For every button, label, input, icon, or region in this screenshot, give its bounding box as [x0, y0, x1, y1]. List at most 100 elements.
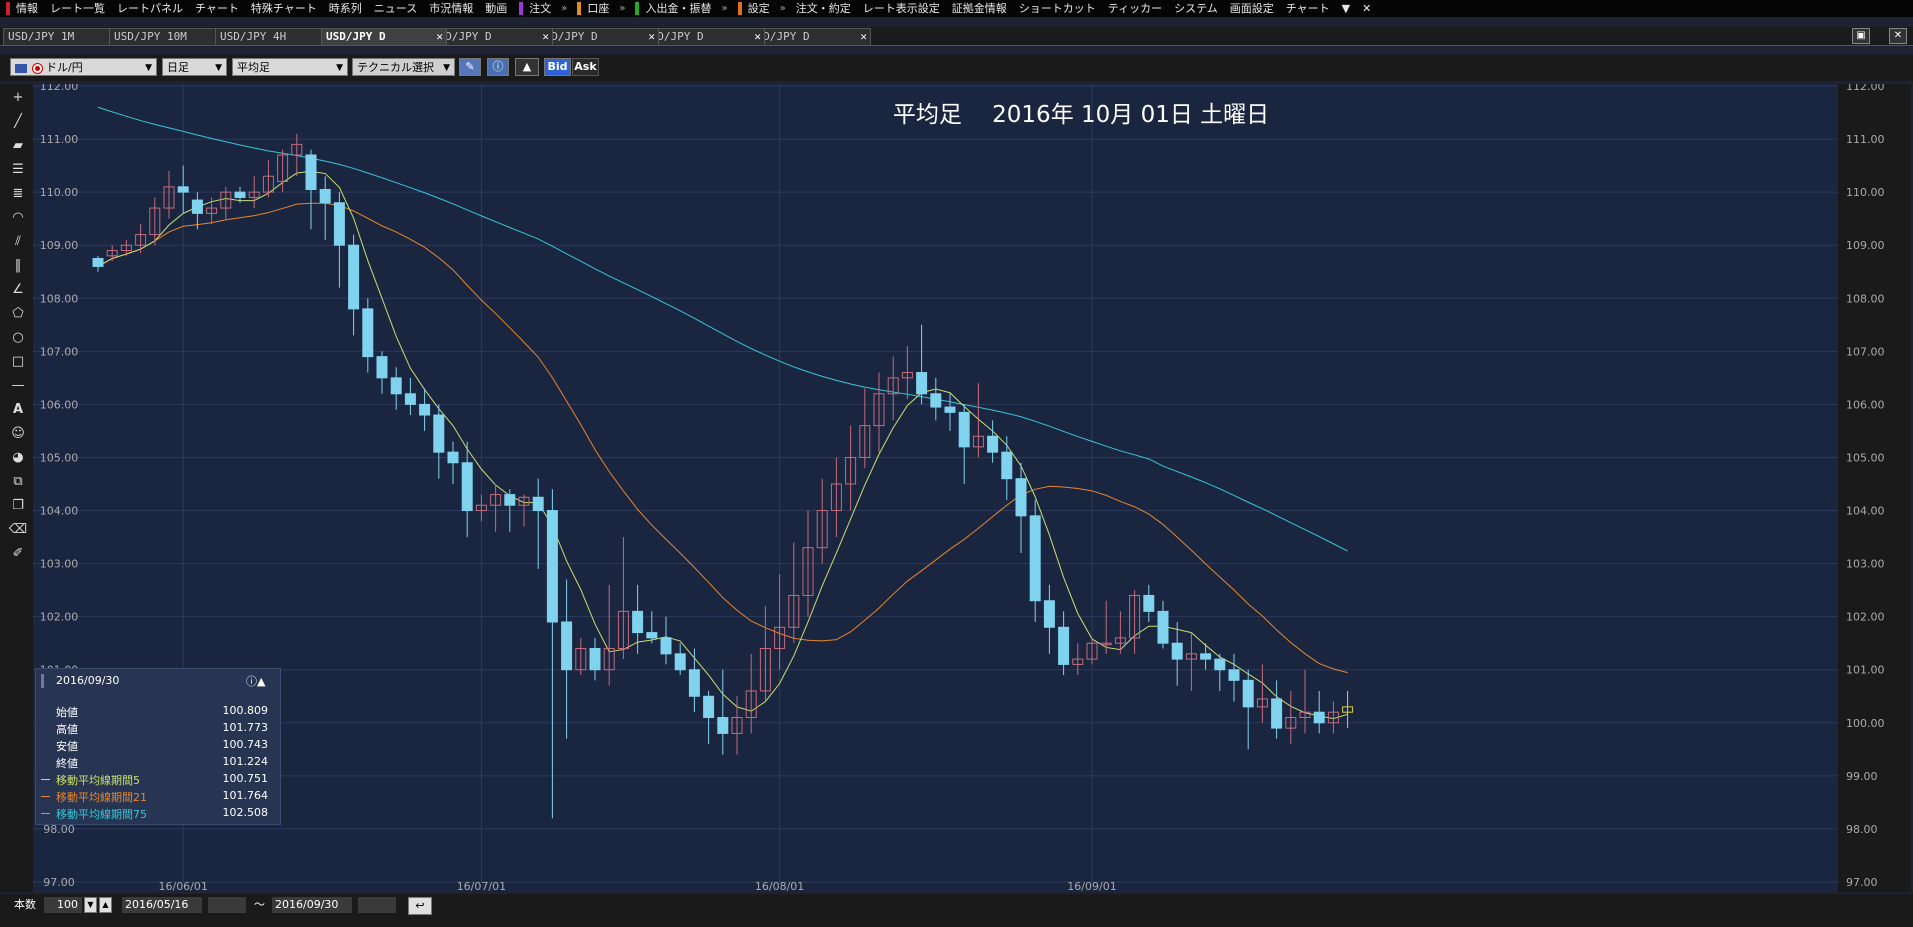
candle-body — [191, 199, 203, 214]
reload-button[interactable]: ↩ — [408, 897, 432, 915]
info-row-value: 101.224 — [222, 755, 269, 768]
menu-item[interactable]: 設定 — [742, 0, 776, 17]
restore-window-button[interactable]: ▣ — [1852, 28, 1870, 44]
horizontal-lines-icon[interactable]: ☰ — [8, 160, 28, 180]
eraser-icon[interactable]: ⌫ — [8, 520, 28, 540]
menu-item[interactable]: 注文・約定 — [790, 0, 857, 17]
bid-button[interactable]: Bid — [544, 58, 571, 76]
chevron-down-icon: ▼ — [215, 63, 222, 73]
menu-item[interactable]: レートパネル — [111, 0, 189, 17]
return-arrow-icon: ↩ — [415, 899, 425, 912]
candle-body — [1029, 515, 1041, 602]
y-tick-label-left: 105.00 — [40, 451, 79, 464]
y-tick-label-left: 112.00 — [40, 84, 79, 93]
copy-icon[interactable]: ⧉ — [8, 472, 28, 492]
us-flag-icon — [15, 63, 27, 73]
menu-expand-icon[interactable]: » — [776, 3, 790, 14]
x-tick-label: 16/08/01 — [755, 880, 804, 892]
tab-label: USD/JPY 10M — [114, 30, 187, 43]
menu-item[interactable]: チャート — [189, 0, 245, 17]
arc-icon[interactable]: ◠ — [8, 208, 28, 228]
menu-item[interactable]: 証拠金情報 — [946, 0, 1013, 17]
tab-close-icon[interactable]: ✕ — [754, 29, 761, 45]
period-select[interactable]: 日足 ▼ — [162, 58, 227, 76]
menu-item[interactable]: 画面設定 — [1224, 0, 1280, 17]
tab-chart[interactable]: USD/JPY D ✕ — [321, 28, 447, 45]
menu-dropdown-icon[interactable]: ▼ — [1336, 0, 1356, 17]
candle-body — [319, 188, 331, 204]
paste-icon[interactable]: ❐ — [8, 496, 28, 516]
tab-close-icon[interactable]: ✕ — [648, 29, 655, 45]
menu-expand-icon[interactable]: » — [717, 3, 731, 14]
ruler-icon[interactable]: ▰ — [8, 136, 28, 156]
info-row-value: 102.508 — [222, 806, 269, 819]
chart-type-select[interactable]: 平均足 ▼ — [232, 58, 348, 76]
count-down-button[interactable]: ▼ — [84, 897, 97, 913]
menu-expand-icon[interactable]: » — [557, 3, 571, 14]
menu-item[interactable]: 口座 — [581, 0, 615, 17]
menu-item[interactable]: 注文 — [523, 0, 557, 17]
drawing-tools-sidebar: + ╱ ▰ ☰ ≣ ◠ ⫽ ‖ ∠ ⬠ ○ □ — A ☺ ◕ ⧉ ❐ ⌫ ✐ — [0, 84, 33, 892]
chart-area[interactable]: 112.00 112.00 111.00 111.00 110.00 110.00 109.… — [33, 80, 1911, 893]
tab-close-icon[interactable]: ✕ — [542, 29, 549, 45]
status-bar — [0, 916, 1913, 927]
trendline-icon[interactable]: ╱ — [8, 112, 28, 132]
chart-type-label: 平均足 — [237, 61, 270, 74]
candle-body — [1200, 653, 1212, 660]
to-time-field[interactable] — [358, 897, 396, 913]
fan-icon[interactable]: ⫽ — [8, 232, 28, 252]
rectangle-icon[interactable]: □ — [8, 352, 28, 372]
circle-icon[interactable]: ○ — [8, 328, 28, 348]
chart-toolbar: ドル/円 ▼ 日足 ▼ 平均足 ▼ テクニカル選択 ▼ ✎ ⓘ ▲ Bid As… — [0, 55, 1913, 81]
menu-close-icon[interactable]: ✕ — [1356, 0, 1377, 17]
menu-item[interactable]: 市況情報 — [423, 0, 479, 17]
ask-button[interactable]: Ask — [572, 58, 599, 76]
crosshair-icon[interactable]: + — [8, 88, 28, 108]
eraser-all-icon[interactable]: ✐ — [8, 544, 28, 564]
text-icon[interactable]: A — [8, 400, 28, 420]
menu-item[interactable]: チャート — [1280, 0, 1336, 17]
close-window-button[interactable]: ✕ — [1889, 28, 1907, 44]
info-button[interactable]: ⓘ — [487, 58, 509, 76]
range-tilde: ～ — [254, 898, 265, 911]
drag-handle[interactable] — [41, 674, 44, 688]
emoji-icon[interactable]: ☺ — [8, 424, 28, 444]
menu-item[interactable]: 時系列 — [323, 0, 368, 17]
technical-select[interactable]: テクニカル選択 ▼ — [352, 58, 455, 76]
menu-item[interactable]: 動画 — [479, 0, 513, 17]
candle-body — [419, 403, 431, 416]
to-date-field[interactable]: 2016/09/30 — [272, 897, 352, 913]
menu-item[interactable]: 情報 — [10, 0, 44, 17]
candle-body — [1171, 642, 1183, 660]
tab-close-icon[interactable]: ✕ — [436, 29, 443, 45]
menu-expand-icon[interactable]: » — [615, 3, 629, 14]
horizontal-line-icon[interactable]: — — [8, 376, 28, 396]
price-chart[interactable]: 112.00 112.00 111.00 111.00 110.00 110.00 109.… — [33, 80, 1911, 893]
plot-background — [33, 84, 1838, 892]
menu-item[interactable]: 入出金・振替 — [639, 0, 717, 17]
menu-item[interactable]: レート一覧 — [44, 0, 111, 17]
candle-body — [390, 377, 402, 395]
from-date-field[interactable]: 2016/05/16 — [122, 897, 202, 913]
menu-item[interactable]: ティッカー — [1102, 0, 1168, 17]
menu-item[interactable]: ニュース — [368, 0, 423, 17]
vertical-lines-icon[interactable]: ‖ — [8, 256, 28, 276]
volume-toggle-button[interactable]: ▲ — [515, 58, 539, 76]
from-time-field[interactable] — [208, 897, 246, 913]
pentagon-icon[interactable]: ⬠ — [8, 304, 28, 324]
draw-tool-button[interactable]: ✎ — [459, 58, 481, 76]
menu-item[interactable]: システム — [1168, 0, 1224, 17]
menu-item[interactable]: ショートカット — [1013, 0, 1102, 17]
tab-close-icon[interactable]: ✕ — [860, 29, 867, 45]
channel-icon[interactable]: ∠ — [8, 280, 28, 300]
magnet-icon[interactable]: ◕ — [8, 448, 28, 468]
y-tick-label-left: 97.00 — [43, 876, 75, 889]
menu-item[interactable]: 特殊チャート — [245, 0, 323, 17]
y-tick-label-left: 110.00 — [40, 186, 79, 199]
currency-pair-select[interactable]: ドル/円 ▼ — [10, 58, 157, 76]
count-up-button[interactable]: ▲ — [99, 897, 112, 913]
fibonacci-icon[interactable]: ≣ — [8, 184, 28, 204]
count-field[interactable]: 100 — [44, 897, 82, 913]
menu-item[interactable]: レート表示設定 — [857, 0, 946, 17]
info-collapse-button[interactable]: ⓘ▲ — [246, 673, 270, 688]
